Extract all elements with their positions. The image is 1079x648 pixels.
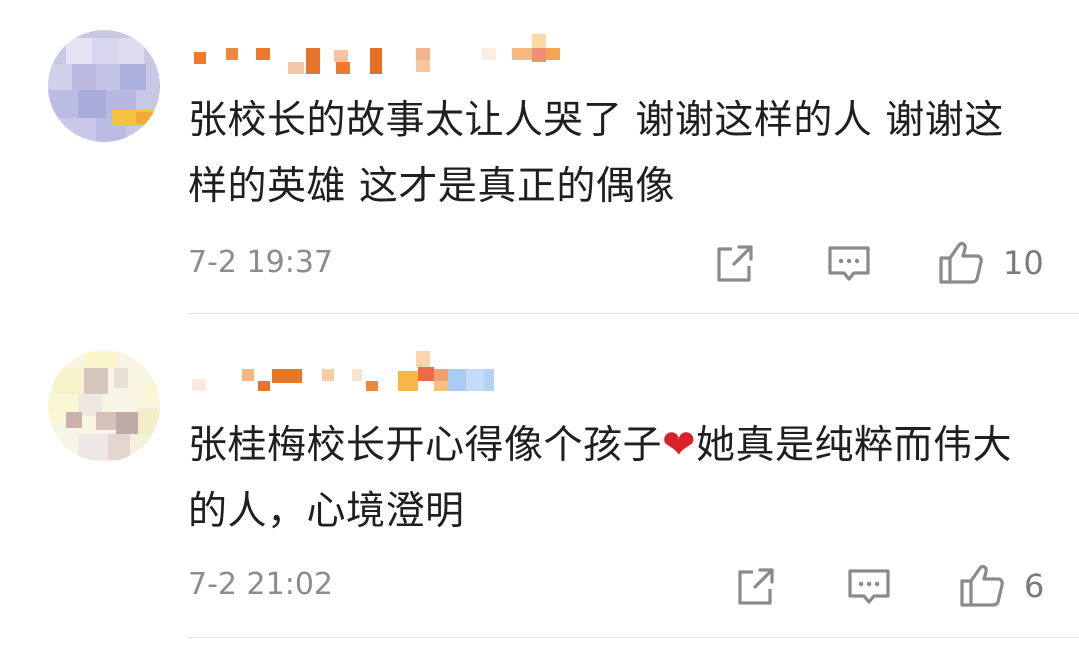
comment-item: 张校长的故事太让人哭了 谢谢这样的人 谢谢这样的英雄 这才是真正的偶像 7-2 … xyxy=(0,0,1079,315)
avatar[interactable] xyxy=(48,30,160,142)
thumbs-up-icon[interactable] xyxy=(958,561,1006,609)
thumbs-up-icon[interactable] xyxy=(937,238,985,286)
username-mosaic[interactable] xyxy=(188,34,568,74)
avatar[interactable] xyxy=(48,350,160,462)
like-count: 10 xyxy=(1003,244,1044,282)
divider xyxy=(188,637,1079,638)
comment-timestamp: 7-2 19:37 xyxy=(188,245,333,280)
share-icon[interactable] xyxy=(710,240,758,288)
username-mosaic[interactable] xyxy=(188,351,568,391)
comment-text: 张桂梅校长开心得像个孩子❤她真是纯粹而伟大的人，心境澄明 xyxy=(188,412,1038,545)
comment-icon[interactable] xyxy=(825,240,873,288)
comment-icon[interactable] xyxy=(845,563,893,611)
red-heart-emoji: ❤ xyxy=(662,422,697,468)
comment-timestamp: 7-2 21:02 xyxy=(188,567,333,602)
divider xyxy=(188,313,1079,314)
comment-text: 张校长的故事太让人哭了 谢谢这样的人 谢谢这样的英雄 这才是真正的偶像 xyxy=(188,98,1004,209)
comment-text-part: 张桂梅校长开心得像个孩子 xyxy=(188,423,663,468)
like-count: 6 xyxy=(1024,567,1045,605)
comment-item: 张桂梅校长开心得像个孩子❤她真是纯粹而伟大的人，心境澄明 7-2 21:02 6 xyxy=(0,315,1079,648)
share-icon[interactable] xyxy=(731,563,779,611)
